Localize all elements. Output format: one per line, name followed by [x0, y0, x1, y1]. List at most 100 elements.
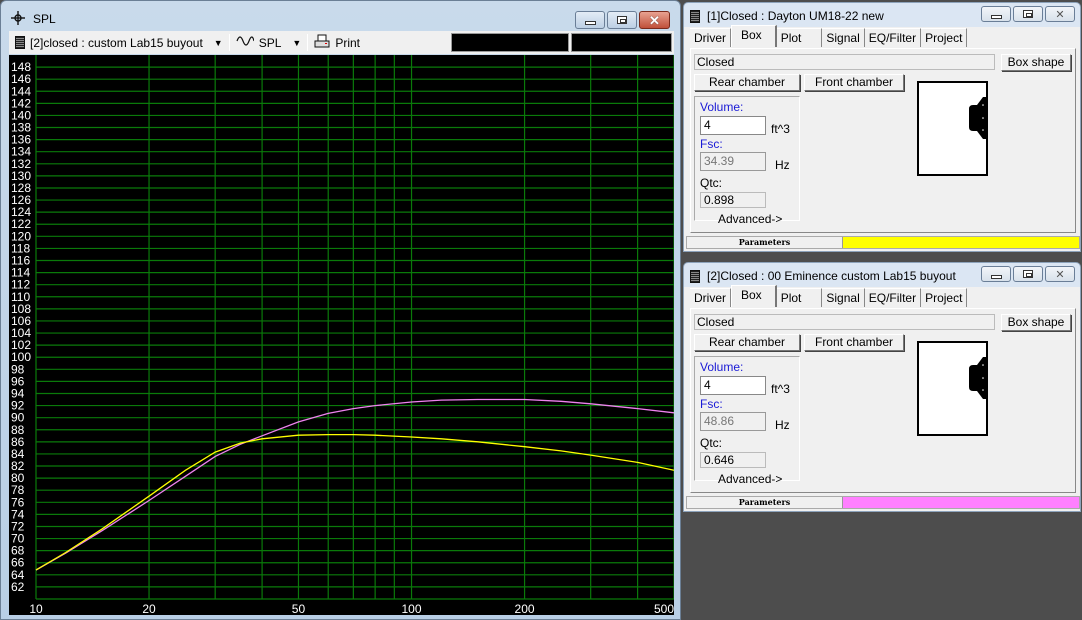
- print-button[interactable]: Print: [308, 32, 366, 53]
- maximize-icon: [1023, 10, 1033, 18]
- y-tick-label: 62: [11, 580, 25, 594]
- tab-eq-filter[interactable]: EQ/Filter: [864, 288, 922, 307]
- fsc-unit: Hz: [775, 418, 790, 432]
- qtc-label: Qtc:: [700, 436, 723, 450]
- front-chamber-button[interactable]: Front chamber: [804, 334, 904, 351]
- volume-label: Volume:: [700, 100, 744, 114]
- status-field-2: [571, 33, 672, 52]
- crosshair-icon: [11, 10, 25, 28]
- x-tick-label: 500: [654, 602, 674, 615]
- fsc-input: 34.39: [700, 152, 766, 171]
- spl-plot[interactable]: 148 146 144 142 140 138 136 134 132 130 128 126 124 1…: [9, 55, 674, 615]
- tab-project[interactable]: Project: [921, 288, 968, 307]
- tab-driver[interactable]: Driver: [690, 28, 731, 47]
- close-icon: ✕: [1055, 8, 1065, 21]
- fsc-unit: Hz: [775, 158, 790, 172]
- close-button[interactable]: ✕: [1045, 266, 1075, 282]
- chevron-down-icon: ▼: [213, 37, 223, 48]
- box-shape-button[interactable]: Box shape: [1001, 314, 1071, 331]
- rear-chamber-button[interactable]: Rear chamber: [694, 74, 800, 91]
- advanced-button[interactable]: Advanced->: [718, 212, 782, 226]
- minimize-icon: [990, 274, 1002, 279]
- close-button[interactable]: ✕: [1045, 6, 1075, 22]
- maximize-button[interactable]: [1013, 6, 1043, 22]
- curve-color-swatch: [843, 497, 1079, 508]
- tab-plot[interactable]: Plot: [776, 288, 823, 307]
- minimize-button[interactable]: [575, 11, 605, 29]
- x-tick-label: 20: [142, 602, 156, 615]
- minimize-button[interactable]: [981, 266, 1011, 282]
- spl-title-bar: SPL: [11, 9, 56, 29]
- volume-label: Volume:: [700, 360, 744, 374]
- maximize-icon: [617, 16, 627, 24]
- rear-chamber-button[interactable]: Rear chamber: [694, 334, 800, 351]
- tab-bar: Driver Box Plot Signal EQ/Filter Project: [690, 285, 968, 308]
- box-window-2: [2]Closed : 00 Eminence custom Lab15 buy…: [683, 262, 1081, 512]
- chevron-down-icon: ▼: [292, 37, 302, 48]
- box-window-1: [1]Closed : Dayton UM18-22 new ✕ Driver …: [683, 2, 1081, 252]
- maximize-icon: [1023, 270, 1033, 278]
- box-shape-button[interactable]: Box shape: [1001, 54, 1071, 71]
- speaker-icon: [969, 97, 986, 139]
- minimize-icon: [990, 14, 1002, 19]
- advanced-button[interactable]: Advanced->: [718, 472, 782, 486]
- status-fields: [451, 33, 672, 52]
- tab-project[interactable]: Project: [921, 28, 968, 47]
- maximize-button[interactable]: [607, 11, 637, 29]
- qtc-value: 0.646: [700, 452, 766, 468]
- maximize-button[interactable]: [1013, 266, 1043, 282]
- graph-select[interactable]: SPL ▼: [230, 32, 308, 53]
- minimize-button[interactable]: [981, 6, 1011, 22]
- tab-box[interactable]: Box: [731, 285, 777, 307]
- qtc-label: Qtc:: [700, 176, 723, 190]
- box-tab-panel: Closed Box shape Rear chamber Front cham…: [690, 48, 1076, 233]
- tab-eq-filter[interactable]: EQ/Filter: [864, 28, 922, 47]
- tab-signal[interactable]: Signal: [822, 28, 865, 47]
- fsc-input: 48.86: [700, 412, 766, 431]
- tab-bar: Driver Box Plot Signal EQ/Filter Project: [690, 25, 968, 48]
- fsc-label: Fsc:: [700, 397, 723, 411]
- x-tick-label: 50: [292, 602, 306, 615]
- spl-chart: 1481461441421401381361341321301281261241…: [11, 55, 674, 615]
- curve-color-swatch: [843, 237, 1079, 248]
- front-chamber-button[interactable]: Front chamber: [804, 74, 904, 91]
- graph-select-value: SPL: [258, 35, 282, 50]
- sine-wave-icon: [236, 35, 255, 50]
- status-bar: Parameters: [686, 496, 1080, 509]
- box-window-title: [2]Closed : 00 Eminence custom Lab15 buy…: [707, 269, 956, 283]
- tab-signal[interactable]: Signal: [822, 288, 865, 307]
- volume-input[interactable]: 4: [700, 116, 766, 135]
- speaker-icon: [969, 357, 986, 399]
- spl-window-title: SPL: [33, 12, 56, 26]
- close-icon: ✕: [649, 12, 660, 28]
- spl-window: SPL ✕ [2]closed : custom Lab15 buyout ▼ …: [0, 0, 681, 620]
- x-tick-label: 200: [515, 602, 535, 615]
- spl-curve: [35, 398, 674, 571]
- fsc-label: Fsc:: [700, 137, 723, 151]
- print-label: Print: [335, 35, 360, 50]
- parameters-status-label: Parameters: [687, 497, 843, 508]
- parameters-status-label: Parameters: [687, 237, 843, 248]
- qtc-value: 0.898: [700, 192, 766, 208]
- close-button[interactable]: ✕: [639, 11, 670, 29]
- tab-box[interactable]: Box: [731, 25, 777, 47]
- status-field-1: [451, 33, 569, 52]
- volume-input[interactable]: 4: [700, 376, 766, 395]
- project-select[interactable]: [2]closed : custom Lab15 buyout ▼: [9, 32, 229, 53]
- parameters-group: Volume: 4 ft^3 Fsc: 34.39 Hz Qtc: 0.898 …: [694, 96, 800, 226]
- box-window-title-bar: [2]Closed : 00 Eminence custom Lab15 buy…: [690, 266, 956, 286]
- box-diagram: [917, 81, 988, 176]
- tab-driver[interactable]: Driver: [690, 288, 731, 307]
- volume-unit: ft^3: [771, 382, 790, 396]
- box-window-title-bar: [1]Closed : Dayton UM18-22 new: [690, 6, 884, 26]
- status-bar: Parameters: [686, 236, 1080, 249]
- box-window-title: [1]Closed : Dayton UM18-22 new: [707, 9, 884, 23]
- tab-plot[interactable]: Plot: [776, 28, 823, 47]
- box-type-field: Closed: [694, 314, 995, 330]
- document-icon: [15, 36, 25, 49]
- minimize-icon: [584, 20, 596, 25]
- parameters-group: Volume: 4 ft^3 Fsc: 48.86 Hz Qtc: 0.646 …: [694, 356, 800, 486]
- box-type-field: Closed: [694, 54, 995, 70]
- document-icon: [690, 269, 700, 283]
- printer-icon: [314, 34, 330, 52]
